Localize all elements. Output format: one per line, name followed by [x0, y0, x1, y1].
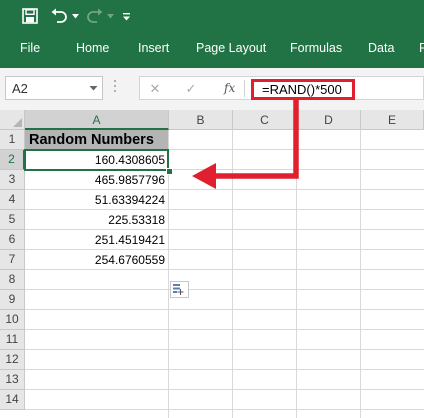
column-header-e[interactable]: E	[361, 110, 424, 130]
cell-a1-header[interactable]: Random Numbers	[25, 130, 168, 150]
column-header-d[interactable]: D	[297, 110, 361, 130]
cell-a6[interactable]: 251.4519421	[25, 230, 168, 250]
row-header-14[interactable]: 14	[0, 390, 25, 410]
row-header-10[interactable]: 10	[0, 310, 25, 330]
select-all-button[interactable]	[0, 110, 25, 130]
resize-handle[interactable]	[114, 80, 117, 96]
active-cell-border	[24, 149, 169, 171]
row-header-13[interactable]: 13	[0, 370, 25, 390]
customize-toolbar-icon[interactable]	[120, 4, 132, 28]
save-icon[interactable]	[18, 4, 42, 28]
row-header-8[interactable]: 8	[0, 270, 25, 290]
ribbon-tabs: File Home Insert Page Layout Formulas Da…	[0, 34, 424, 68]
gridline	[25, 309, 424, 310]
tab-home[interactable]: Home	[76, 41, 109, 55]
redo-icon[interactable]	[84, 4, 106, 28]
row-header-7[interactable]: 7	[0, 250, 25, 270]
row-header-11[interactable]: 11	[0, 330, 25, 350]
spreadsheet-grid: A B C D E 1 2 3 4 5 6 7 8 9 10 11 12 13 …	[0, 110, 424, 418]
cancel-icon[interactable]: ✕	[146, 77, 164, 101]
cell-a5[interactable]: 225.53318	[25, 210, 168, 230]
gridline	[232, 130, 233, 418]
tab-page-layout[interactable]: Page Layout	[196, 41, 266, 55]
row-header-4[interactable]: 4	[0, 190, 25, 210]
gridline	[25, 289, 424, 290]
row-header-5[interactable]: 5	[0, 210, 25, 230]
cell-a4[interactable]: 51.63394224	[25, 190, 168, 210]
row-header-6[interactable]: 6	[0, 230, 25, 250]
cell-a7[interactable]: 254.6760559	[25, 250, 168, 270]
formula-bar-row: A2 ✕ ✓ fx	[0, 68, 424, 110]
tab-review-partial[interactable]: R	[419, 41, 424, 55]
column-header-c[interactable]: C	[233, 110, 297, 130]
chevron-down-icon[interactable]	[89, 81, 98, 98]
row-header-12[interactable]: 12	[0, 350, 25, 370]
gridline	[296, 130, 297, 418]
gridline	[25, 349, 424, 350]
cell-a3[interactable]: 465.9857796	[25, 170, 168, 190]
divider	[244, 80, 245, 97]
redo-dropdown-icon[interactable]	[106, 4, 114, 28]
tab-formulas[interactable]: Formulas	[290, 41, 342, 55]
name-box-value: A2	[12, 81, 28, 96]
gridline	[360, 130, 361, 418]
tab-data[interactable]: Data	[368, 41, 394, 55]
insert-function-icon[interactable]: fx	[224, 81, 235, 95]
row-header-3[interactable]: 3	[0, 170, 25, 190]
undo-dropdown-icon[interactable]	[70, 4, 80, 28]
tab-file[interactable]: File	[20, 41, 40, 55]
row-header-2[interactable]: 2	[0, 150, 25, 170]
undo-icon[interactable]	[48, 4, 70, 28]
tab-insert[interactable]: Insert	[138, 41, 169, 55]
gridline	[25, 389, 424, 390]
row-header-9[interactable]: 9	[0, 290, 25, 310]
row-header-1[interactable]: 1	[0, 130, 25, 150]
paste-options-icon[interactable]	[170, 281, 189, 298]
gridline	[25, 409, 424, 410]
gridline	[25, 369, 424, 370]
name-box[interactable]: A2	[5, 76, 103, 100]
fill-handle[interactable]	[166, 168, 173, 175]
title-bar	[0, 0, 424, 34]
column-header-a[interactable]: A	[25, 110, 169, 130]
enter-icon[interactable]: ✓	[182, 77, 200, 101]
gridline	[25, 329, 424, 330]
column-header-b[interactable]: B	[169, 110, 233, 130]
formula-input[interactable]: =RAND()*500	[262, 82, 342, 97]
